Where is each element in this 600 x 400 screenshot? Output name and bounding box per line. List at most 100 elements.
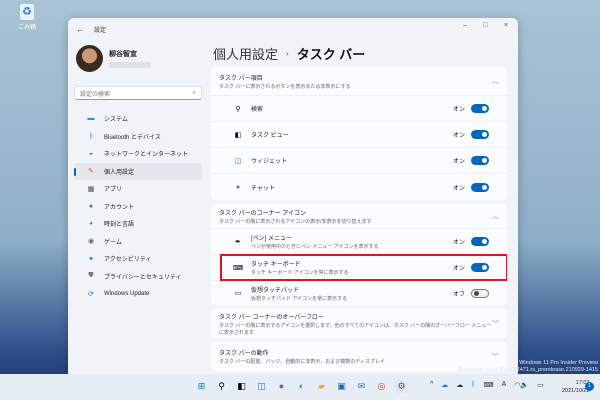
- setting-label: タスク ビュー: [251, 133, 289, 139]
- section-title: タスク バーのコーナー アイコン: [219, 210, 307, 217]
- breadcrumb-parent[interactable]: 個人用設定: [213, 44, 278, 63]
- person-icon: ●: [88, 202, 94, 210]
- nav-item-network[interactable]: ◒ ネットワークとインターネット: [74, 145, 202, 163]
- bluetooth-icon: ᛒ: [88, 132, 94, 140]
- task-view-toggle[interactable]: [471, 130, 489, 139]
- nav-label: 個人用設定: [104, 169, 135, 176]
- nav-label: アカウント: [104, 204, 135, 211]
- settings-gear-icon[interactable]: ⚙: [395, 380, 408, 393]
- mail-icon[interactable]: ✉: [355, 380, 368, 393]
- section-header[interactable]: タスク バー項目 タスク バーに表示されるボタンを表示または非表示にする ︿: [211, 67, 507, 96]
- close-button[interactable]: ×: [504, 22, 508, 29]
- maximize-button[interactable]: □: [483, 22, 487, 29]
- nav-item-privacy[interactable]: ⛊ プライバシーとセキュリティ: [74, 268, 202, 286]
- section-title: タスク バーの動作: [219, 351, 269, 357]
- setting-row-search: ⚲ 検索 オン: [211, 96, 507, 122]
- taskbar-apps: ⊞ ⚲ ◧ ◫ ● ◐ ▰ ▣ ✉ ◎ ⚙: [195, 380, 408, 393]
- nav-label: プライバシーとセキュリティ: [104, 274, 182, 281]
- watermark-line: Windows 11 Pro Insider Preview: [519, 360, 598, 366]
- search-toggle[interactable]: [471, 104, 489, 113]
- section-corner-overflow[interactable]: タスク バー コーナーのオーバーフロー タスク バーの隅に表示するアイコンを選択し…: [211, 309, 507, 338]
- nav-item-time-language[interactable]: ◕ 時刻と言語: [74, 215, 202, 233]
- keyboard-icon[interactable]: ⌨: [484, 381, 494, 389]
- main-content: 個人用設定 › タスク バー タスク バー項目 タスク バーに表示されるボタンを表示ま…: [211, 40, 518, 376]
- chevron-up-icon[interactable]: ^: [430, 381, 433, 389]
- nav-label: ゲーム: [104, 239, 122, 246]
- nav-item-system[interactable]: ▬ システム: [74, 110, 202, 128]
- search-icon[interactable]: ⚲: [215, 380, 228, 393]
- setting-row-widgets: ◫ ウィジェット オン: [211, 148, 507, 174]
- setting-row-chat: ● チャット オン: [211, 174, 507, 200]
- avatar: [76, 44, 103, 72]
- onedrive-icon[interactable]: ☁: [441, 381, 448, 389]
- search-placeholder: 設定の検索: [80, 91, 111, 98]
- nav-label: Bluetooth とデバイス: [104, 134, 161, 141]
- update-icon: ⟳: [88, 290, 94, 298]
- user-profile[interactable]: 柳谷智宣: [68, 40, 208, 76]
- nav-item-personalization[interactable]: ✎ 個人用設定: [74, 162, 202, 180]
- widgets-icon[interactable]: ◫: [255, 380, 268, 393]
- section-header[interactable]: タスク バー コーナーのオーバーフロー タスク バーの隅に表示するアイコンを選択し…: [211, 309, 507, 338]
- section-title: タスク バー項目: [219, 75, 263, 82]
- page-title: タスク バー: [296, 47, 366, 62]
- wifi-volume-icon[interactable]: ◠🔈: [514, 381, 529, 389]
- chat-icon: ●: [235, 183, 241, 191]
- settings-search-input[interactable]: 設定の検索 ⌕: [74, 86, 202, 100]
- window-title: 設定: [94, 27, 107, 34]
- section-title: タスク バー コーナーのオーバーフロー: [219, 314, 324, 321]
- chat-icon[interactable]: ●: [275, 380, 288, 393]
- minimize-button[interactable]: –: [463, 22, 467, 29]
- chevron-up-icon: ︿: [492, 78, 499, 85]
- highlight-box: [220, 254, 507, 281]
- shield-icon: ⛊: [88, 272, 94, 280]
- widgets-icon: ◫: [234, 157, 242, 165]
- user-name: 柳谷智宣: [109, 50, 137, 58]
- chat-toggle[interactable]: [471, 182, 489, 192]
- brush-icon: ✎: [88, 168, 94, 176]
- section-header[interactable]: タスク バーのコーナー アイコン タスク バーの隅に表示されるアイコンの表示/非表…: [211, 204, 507, 229]
- nav-item-accessibility[interactable]: ✦ アクセシビリティ: [74, 250, 202, 268]
- setting-label: ウィジェット: [251, 159, 288, 165]
- bluetooth-icon[interactable]: ᛒ: [471, 381, 475, 389]
- file-explorer-icon[interactable]: ▰: [315, 380, 328, 393]
- cloud-icon[interactable]: ☁: [456, 381, 463, 389]
- toggle-state: オン: [452, 133, 465, 139]
- touch-keyboard-toggle[interactable]: [471, 263, 489, 272]
- nav-label: アクセシビリティ: [104, 257, 152, 264]
- setting-description: 仮想タッチパッド アイコンを常に表示する: [251, 295, 348, 302]
- setting-row-pen-menu: ✒ [ペン] メニュー ペンが使用中のときにペン メニュー アイコンを表示する オン: [211, 229, 507, 255]
- setting-label: チャット: [251, 185, 275, 192]
- ime-icon[interactable]: A: [502, 381, 507, 389]
- battery-icon[interactable]: ▭: [537, 381, 544, 389]
- nav-item-apps[interactable]: ▦ アプリ: [74, 180, 202, 198]
- nav-label: ネットワークとインターネット: [104, 152, 189, 159]
- task-view-icon: ◧: [234, 131, 242, 139]
- pen-menu-toggle[interactable]: [471, 237, 489, 246]
- recycle-bin-desktop-icon[interactable]: ♻ ごみ箱: [12, 4, 42, 31]
- accessibility-icon: ✦: [88, 255, 94, 263]
- nav-label: Windows Update: [104, 290, 150, 297]
- search-icon: ⌕: [192, 89, 196, 96]
- virtual-touchpad-toggle[interactable]: [471, 288, 489, 298]
- start-icon[interactable]: ⊞: [195, 380, 208, 393]
- nav-item-accounts[interactable]: ● アカウント: [74, 198, 202, 216]
- task-view-icon[interactable]: ◧: [235, 380, 248, 393]
- nav-label: 時刻と言語: [104, 222, 135, 229]
- toggle-state: オン: [452, 107, 465, 113]
- recycle-bin-icon: ♻: [20, 4, 34, 20]
- widgets-toggle[interactable]: [471, 156, 489, 165]
- nav-item-bluetooth[interactable]: ᛒ Bluetooth とデバイス: [74, 128, 202, 146]
- title-bar: ← 設定: [68, 18, 518, 40]
- nav-item-windows-update[interactable]: ⟳ Windows Update: [74, 285, 202, 303]
- setting-description: ペンが使用中のときにペン メニュー アイコンを表示する: [251, 244, 379, 250]
- notification-badge[interactable]: 1: [585, 382, 594, 391]
- section-taskbar-items: タスク バー項目 タスク バーに表示されるボタンを表示または非表示にする ︿ ⚲ 検索…: [211, 67, 507, 200]
- pen-icon: ✒: [235, 238, 241, 246]
- store-icon[interactable]: ▣: [335, 380, 348, 393]
- chevron-up-icon: ︿: [492, 213, 499, 220]
- chrome-icon[interactable]: ◎: [375, 380, 388, 393]
- back-arrow-icon[interactable]: ←: [76, 25, 84, 34]
- edge-icon[interactable]: ◐: [295, 380, 308, 393]
- breadcrumb: 個人用設定 › タスク バー: [211, 40, 518, 67]
- nav-item-gaming[interactable]: ◉ ゲーム: [74, 233, 202, 251]
